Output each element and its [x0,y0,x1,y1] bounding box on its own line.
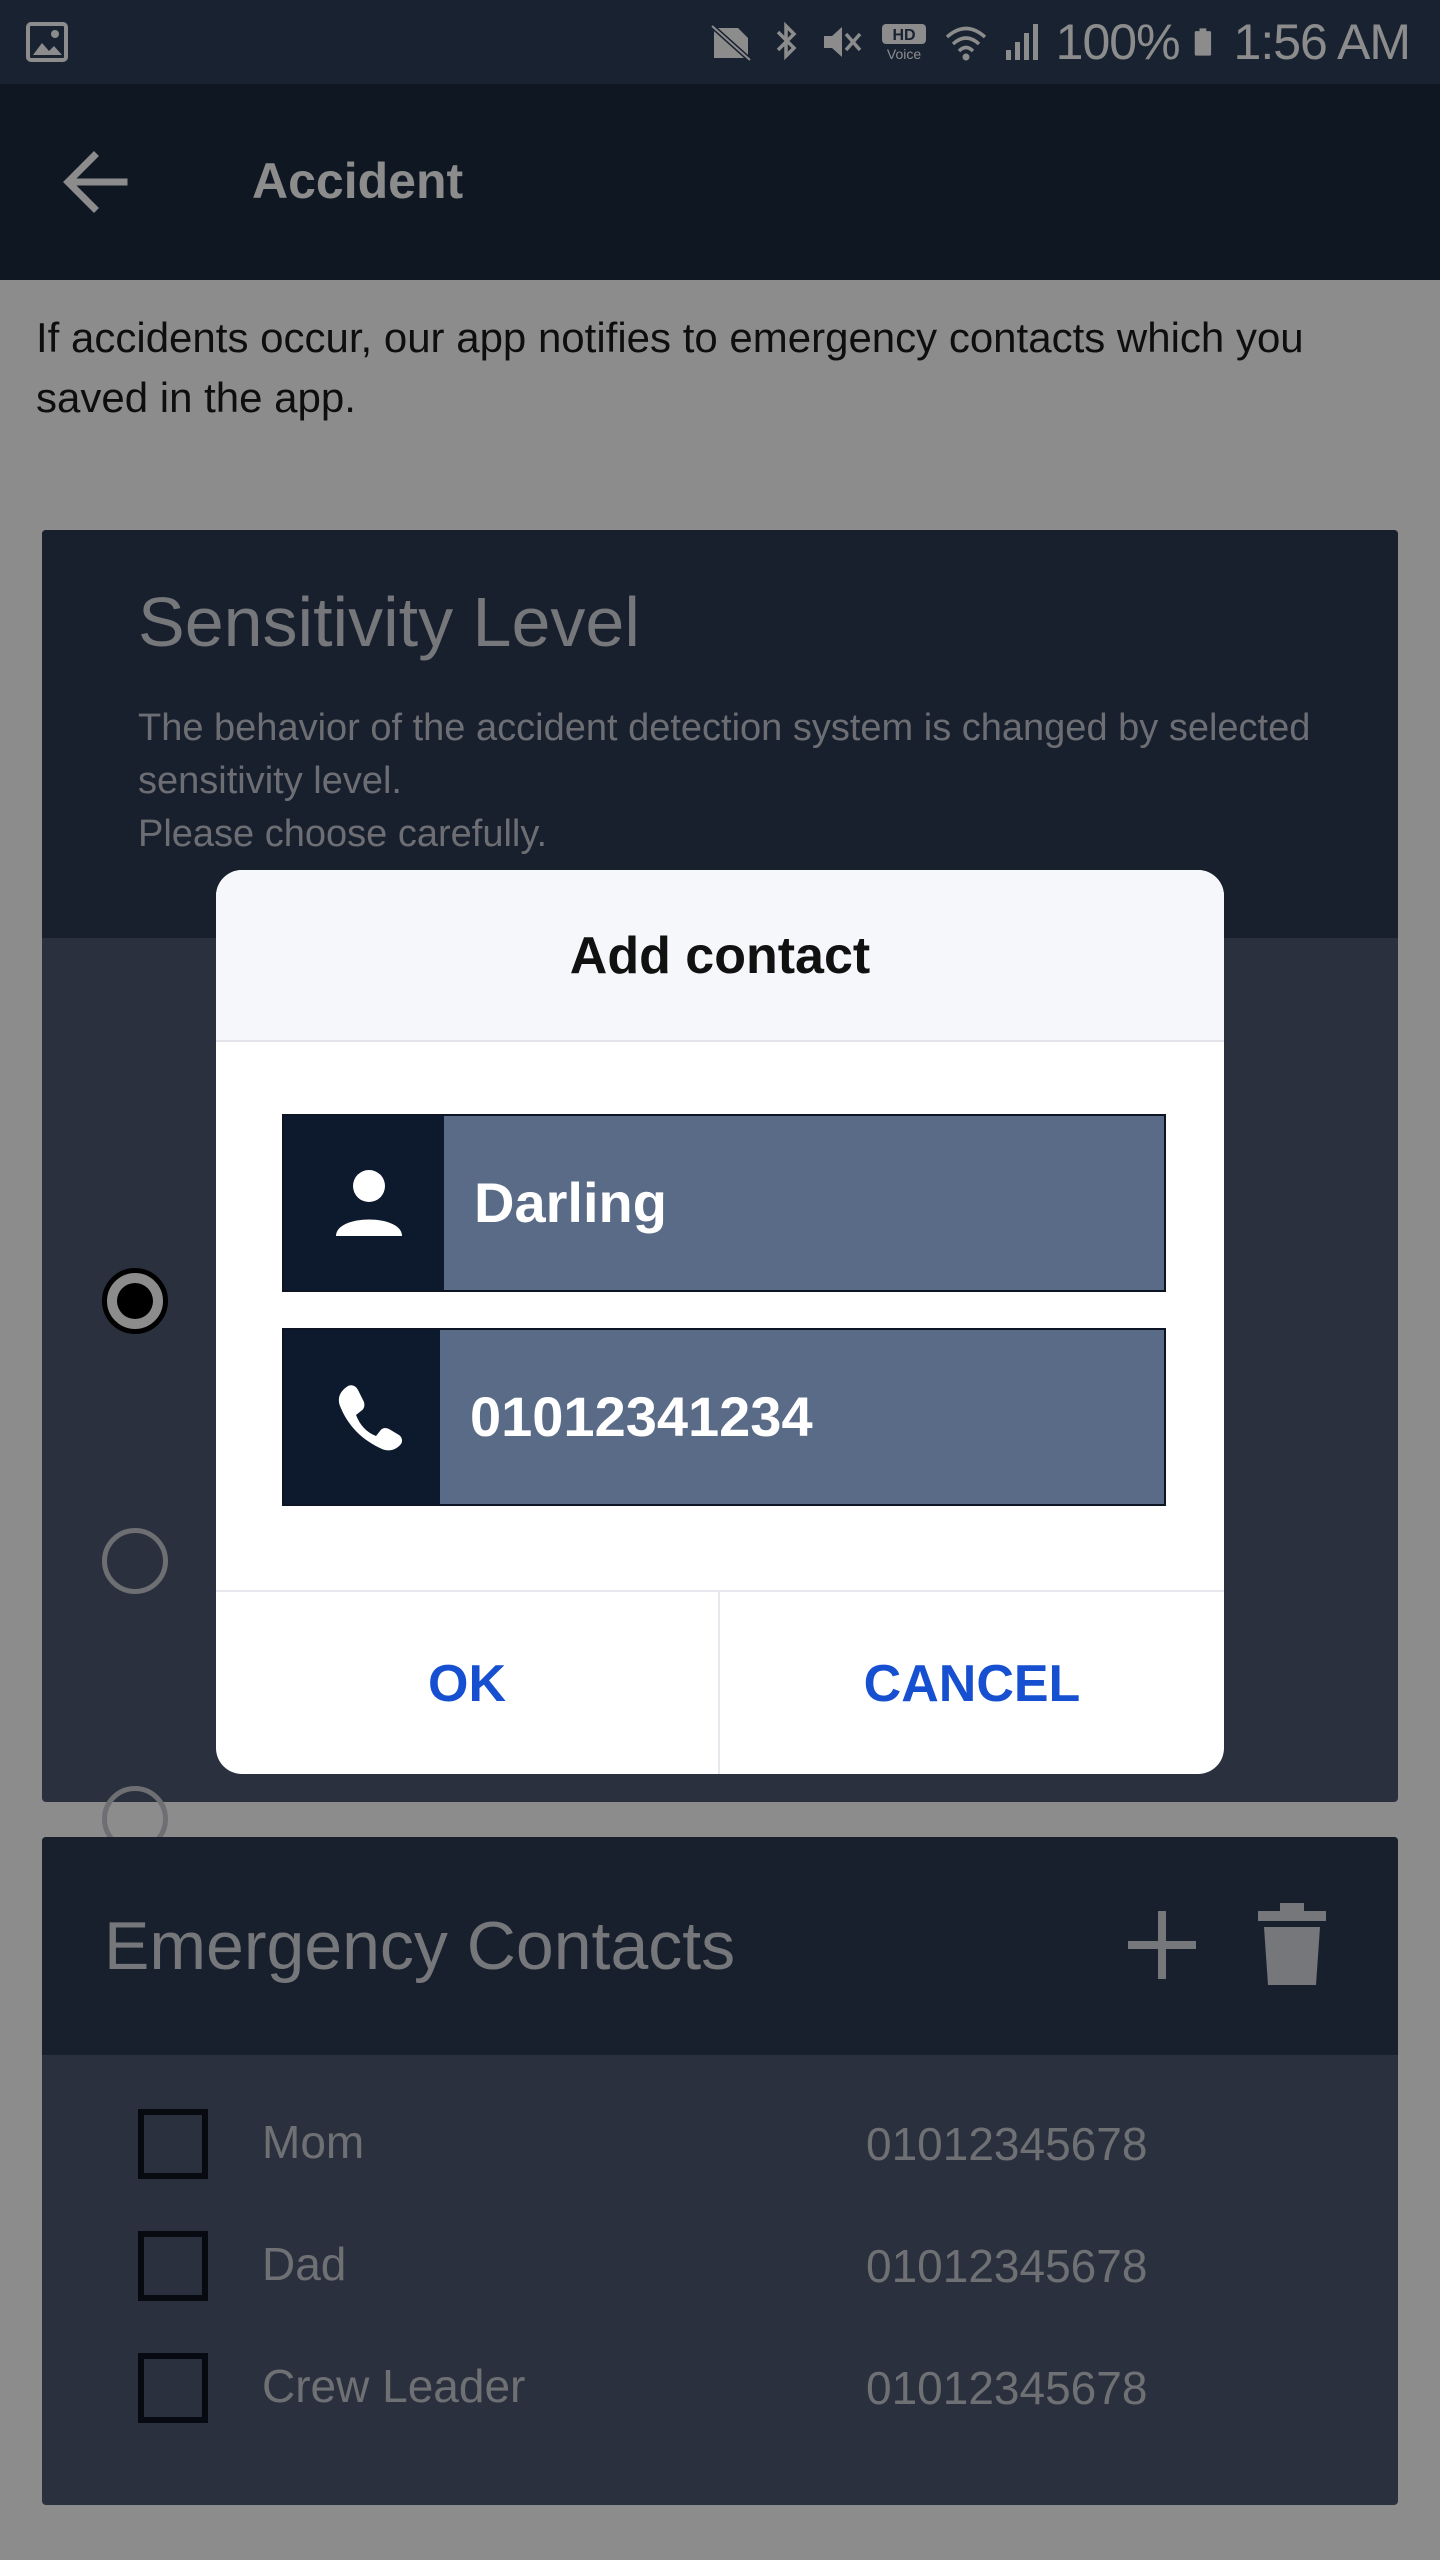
name-field[interactable]: Darling [282,1114,1166,1292]
name-field-icon-box [284,1116,444,1290]
dialog-title: Add contact [569,927,871,985]
phone-field[interactable]: 01012341234 [282,1328,1166,1506]
phone-icon [338,1385,403,1451]
ok-button[interactable]: OK [216,1592,720,1774]
cancel-button[interactable]: CANCEL [720,1592,1224,1774]
phone-input[interactable]: 01012341234 [470,1330,813,1504]
phone-field-icon-box [284,1330,440,1504]
name-input[interactable]: Darling [474,1116,667,1290]
add-contact-dialog: Add contact Darling 01012341234 OK CANCE… [216,870,1224,1774]
person-icon [336,1170,402,1236]
dialog-header: Add contact [216,870,1224,1042]
dialog-actions: OK CANCEL [216,1590,1224,1774]
